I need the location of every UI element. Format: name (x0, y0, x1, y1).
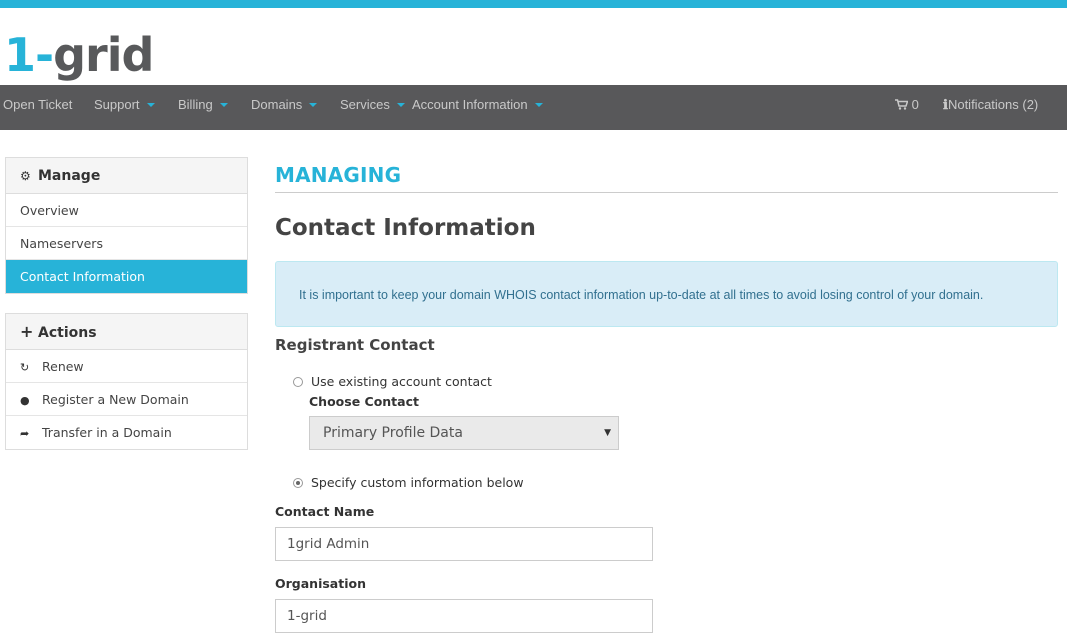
custom-info-radio[interactable]: Specify custom information below (293, 475, 524, 490)
sidebar-item-register-domain[interactable]: ● Register a New Domain (6, 383, 247, 416)
choose-contact-label: Choose Contact (309, 394, 419, 409)
contact-name-label: Contact Name (275, 504, 375, 519)
sidebar-item-renew[interactable]: ↻ Renew (6, 350, 247, 383)
contact-form: Use existing account contact Choose Cont… (275, 0, 1058, 643)
caret-down-icon (219, 102, 228, 107)
dropdown-arrow-icon: ▼ (604, 428, 611, 438)
sidebar-item-contact-information[interactable]: Contact Information (6, 260, 247, 293)
contact-name-input[interactable]: 1grid Admin (275, 527, 653, 561)
caret-down-icon (146, 102, 155, 107)
radio-checked[interactable] (293, 478, 303, 488)
sidebar-item-transfer-domain[interactable]: ➦ Transfer in a Domain (6, 416, 247, 449)
sidebar-item-nameservers[interactable]: Nameservers (6, 227, 247, 260)
plus-icon: + (20, 322, 34, 341)
organisation-label: Organisation (275, 576, 366, 591)
nav-billing[interactable]: Billing (178, 85, 228, 130)
nav-support[interactable]: Support (94, 85, 155, 130)
use-existing-radio[interactable]: Use existing account contact (293, 374, 492, 389)
refresh-icon: ↻ (20, 361, 30, 374)
organisation-input[interactable]: 1-grid (275, 599, 653, 633)
actions-heading: + Actions (6, 314, 247, 350)
share-icon: ➦ (20, 427, 30, 440)
actions-panel: + Actions ↻ Renew ● Register a New Domain ➦… (5, 313, 248, 450)
nav-open-ticket[interactable]: Open Ticket (3, 85, 72, 130)
manage-heading: ⚙ Manage (6, 158, 247, 194)
radio-unchecked[interactable] (293, 377, 303, 387)
choose-contact-select[interactable]: Primary Profile Data ▼ (309, 416, 619, 450)
globe-icon: ● (20, 394, 30, 407)
logo[interactable]: 1-grid (4, 14, 154, 82)
logo-text: 1-grid (4, 28, 154, 82)
manage-panel: ⚙ Manage Overview Nameservers Contact Inf… (5, 157, 248, 294)
sidebar-item-overview[interactable]: Overview (6, 194, 247, 227)
gear-icon: ⚙ (20, 169, 31, 183)
